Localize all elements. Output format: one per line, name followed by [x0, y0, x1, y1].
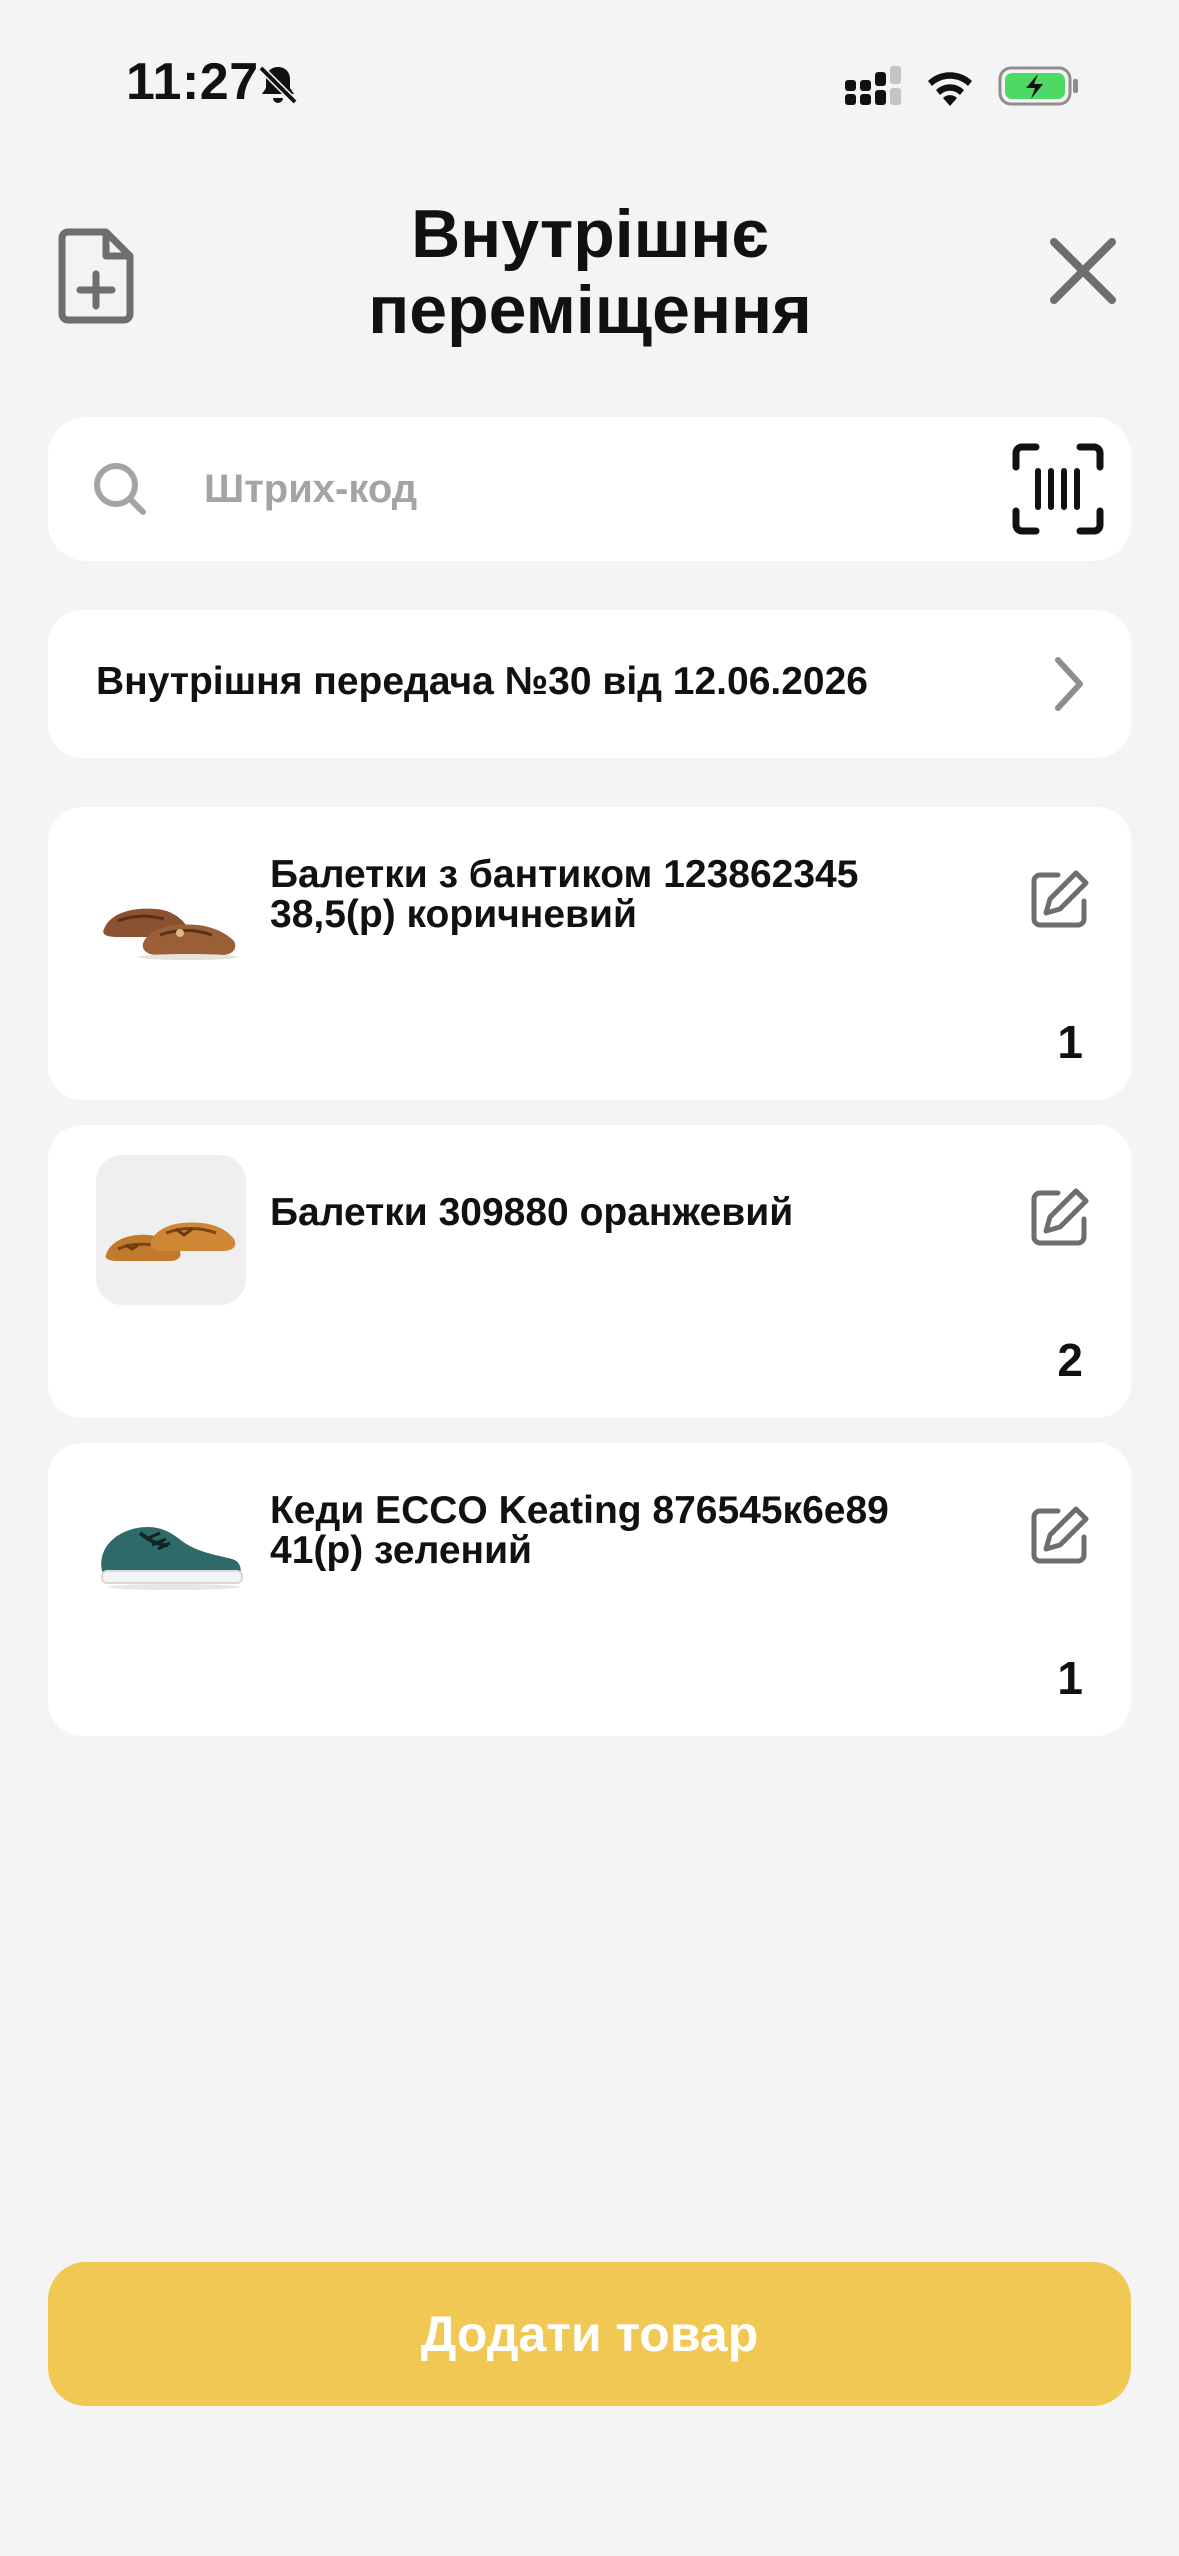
add-document-icon[interactable] [58, 226, 138, 326]
product-name: Балетки з бантиком 123862345 38,5(р) кор… [270, 853, 859, 936]
transfer-document-row[interactable]: Внутрішня передача №30 від 12.06.2026 [48, 610, 1131, 758]
edit-icon[interactable] [1028, 1503, 1092, 1567]
barcode-search-box [48, 417, 1131, 561]
page-title: Внутрішнє переміщення [368, 196, 812, 348]
internal-transfer-screen: 11:27 Внутрішнє переміщення Штрих-код Вн… [0, 0, 1179, 2556]
product-card[interactable]: Балетки з бантиком 123862345 38,5(р) кор… [48, 807, 1131, 1100]
product-card[interactable]: Балетки 309880 оранжевий 2 [48, 1125, 1131, 1418]
transfer-document-label: Внутрішня передача №30 від 12.06.2026 [96, 660, 868, 703]
barcode-scan-icon[interactable] [1012, 443, 1104, 535]
status-bar: 11:27 [0, 0, 1179, 170]
product-quantity: 2 [1057, 1334, 1083, 1386]
ballet-flats-image [105, 1222, 236, 1261]
ballet-flats-image [103, 908, 238, 960]
product-card[interactable]: Кеди ECCO Keating 876545к6е89 41(р) зеле… [48, 1443, 1131, 1736]
header: Внутрішнє переміщення [0, 180, 1179, 360]
add-product-button[interactable]: Додати товар [48, 2262, 1131, 2406]
product-name: Кеди ECCO Keating 876545к6е89 41(р) зеле… [270, 1489, 889, 1572]
product-image-brown-ballet-flats [96, 837, 246, 987]
barcode-search-input[interactable] [204, 455, 904, 523]
product-quantity: 1 [1057, 1652, 1083, 1704]
product-quantity: 1 [1057, 1016, 1083, 1068]
wifi-icon [928, 72, 972, 106]
status-time: 11:27 [126, 53, 259, 111]
edit-icon[interactable] [1028, 867, 1092, 931]
product-image-orange-ballet-flats [96, 1155, 246, 1305]
search-icon [94, 463, 146, 515]
chevron-right-icon [1055, 657, 1083, 711]
edit-icon[interactable] [1028, 1185, 1092, 1249]
close-icon[interactable] [1048, 236, 1118, 306]
product-name: Балетки 309880 оранжевий [270, 1191, 794, 1234]
sneakers-image [101, 1527, 243, 1590]
cellular-signal-icon [845, 66, 901, 105]
product-image-green-sneakers [96, 1473, 246, 1623]
battery-charging-icon [998, 66, 1078, 106]
bell-muted-icon [258, 65, 298, 105]
